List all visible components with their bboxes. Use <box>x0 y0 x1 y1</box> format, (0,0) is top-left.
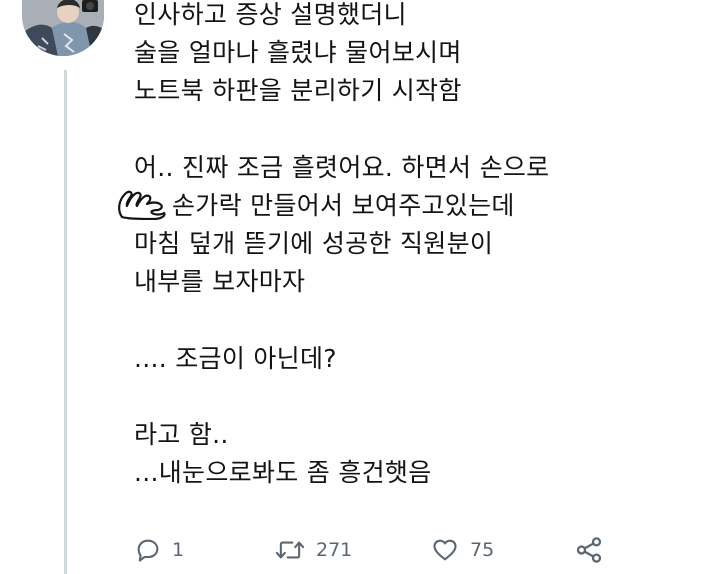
tweet-line-text: 손가락 만들어서 보여주고있는데 <box>172 190 515 220</box>
like-button[interactable]: 75 <box>430 530 494 570</box>
tweet-line-with-hand: 손가락 만들어서 보여주고있는데 <box>118 187 694 225</box>
tweet-line: 술을 얼마나 흘렸냐 물어보시며 <box>134 38 462 68</box>
like-count: 75 <box>470 539 495 561</box>
like-icon <box>433 539 457 561</box>
reply-button[interactable]: 1 <box>134 530 184 570</box>
tweet-body: 인사하고 증상 설명했더니 술을 얼마나 흘렸냐 물어보시며 노트북 하판을 분… <box>118 0 694 492</box>
tweet-line: ...내눈으로봐도 좀 흥건햇음 <box>134 458 432 488</box>
pinching-hand-doodle-icon <box>118 190 166 220</box>
tweet-line: 라고 함.. <box>134 420 229 450</box>
tweet-line: 내부를 보자마자 <box>134 267 306 297</box>
retweet-count: 271 <box>316 539 353 561</box>
retweet-icon <box>275 541 305 559</box>
avatar[interactable] <box>22 0 104 56</box>
tweet-action-bar: 1 271 75 <box>134 530 614 570</box>
retweet-button[interactable]: 271 <box>274 530 352 570</box>
share-icon <box>576 537 602 563</box>
tweet-line: 마침 덮개 뜯기에 성공한 직원분이 <box>134 229 494 259</box>
reply-count: 1 <box>172 539 185 561</box>
thread-connector-line <box>64 70 67 574</box>
tweet-line: 노트북 하판을 분리하기 시작함 <box>134 76 462 106</box>
tweet-line: .... 조금이 아닌데? <box>134 343 337 373</box>
reply-icon <box>137 539 159 562</box>
tweet-line: 어.. 진짜 조금 흘렷어요. 하면서 손으로 <box>134 152 550 182</box>
tweet-line: 인사하고 증상 설명했더니 <box>134 0 407 29</box>
avatar-photo <box>22 0 104 56</box>
share-button[interactable] <box>574 530 604 570</box>
tweet-thread-view: 인사하고 증상 설명했더니 술을 얼마나 흘렸냐 물어보시며 노트북 하판을 분… <box>0 0 720 574</box>
